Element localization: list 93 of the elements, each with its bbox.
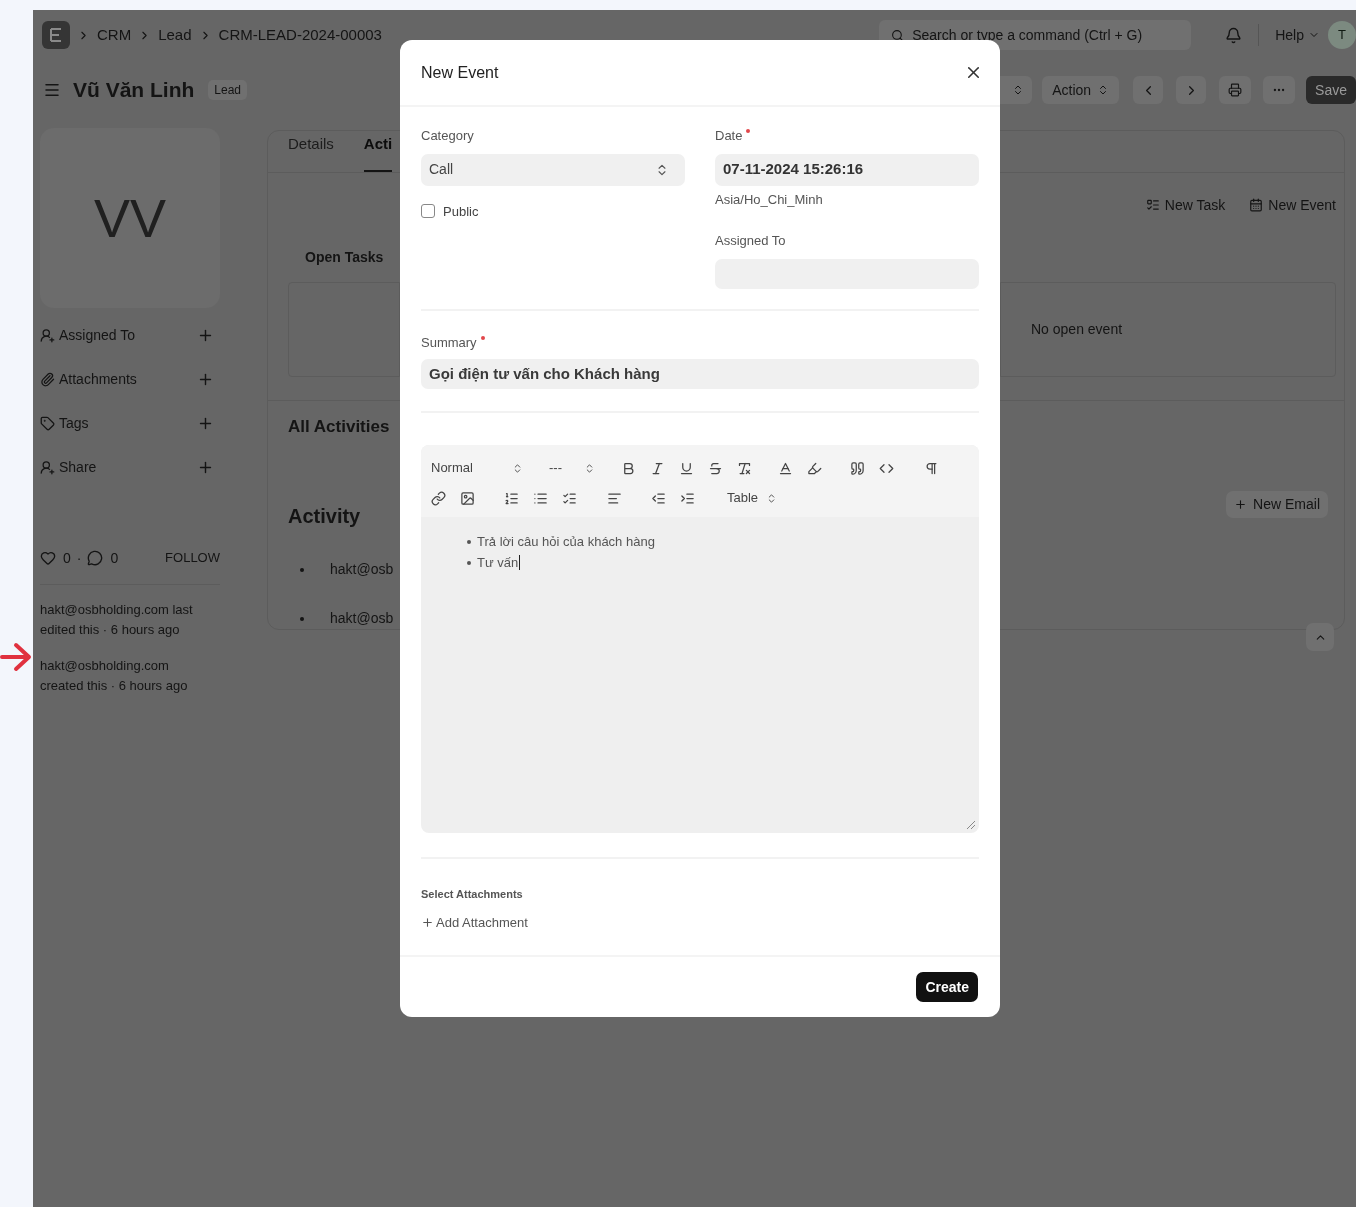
bold-icon[interactable] (621, 460, 636, 476)
bullet-text: Trả lời câu hỏi của khách hàng (477, 532, 655, 551)
required-mark-icon (746, 129, 751, 133)
field-label: Assigned To (715, 232, 787, 250)
strikethrough-icon[interactable] (708, 460, 723, 476)
breadcrumb-link[interactable]: CRM-LEAD-2024-00003 (218, 23, 382, 47)
bullet-list-icon[interactable] (533, 490, 548, 506)
category-select[interactable]: Call (421, 153, 685, 186)
logo-icon (50, 28, 62, 42)
underline-icon[interactable] (679, 460, 694, 476)
help-menu[interactable]: Help (1275, 24, 1320, 46)
align-icon[interactable] (607, 490, 622, 506)
highlight-icon[interactable] (807, 460, 822, 476)
activity-author: hakt@osb (330, 560, 394, 579)
field-label: Category (421, 127, 475, 145)
menu-icon[interactable] (43, 81, 61, 99)
tab[interactable]: Acti (363, 133, 393, 172)
create-button[interactable]: Create (916, 972, 978, 1002)
field-label: Date (715, 126, 979, 146)
breadcrumb-link[interactable]: Lead (158, 23, 192, 47)
user-plus-icon (40, 459, 55, 475)
separator-dot: · (76, 548, 82, 568)
sidebar-label: Assigned To (59, 325, 135, 345)
public-checkbox[interactable] (421, 204, 435, 219)
sidebar-label: Share (59, 457, 97, 477)
user-plus-icon (40, 327, 55, 343)
section-title: Open Tasks (304, 247, 385, 267)
sidebar-label: Attachments (59, 369, 137, 389)
italic-icon[interactable] (650, 460, 665, 476)
bullet-icon (467, 560, 471, 565)
link-icon[interactable] (431, 490, 446, 506)
history-text: hakt@osbholding.com last edited this · 6 hours ago (40, 601, 194, 639)
sidebar-label: Tags (59, 413, 89, 433)
dialog-title: New Event (421, 62, 499, 83)
ordered-list-icon[interactable] (504, 490, 519, 506)
calendar-icon (1249, 198, 1264, 212)
new-task-button[interactable]: New Task (1145, 194, 1226, 216)
page-title: Vũ Văn Linh (73, 77, 195, 104)
outdent-icon[interactable] (651, 490, 666, 506)
clear-format-icon[interactable] (737, 460, 752, 476)
add-attachment-link[interactable]: Add Attachment (421, 912, 528, 932)
status-badge: Lead (208, 80, 248, 100)
indent-icon[interactable] (680, 490, 695, 506)
new-event-button[interactable]: New Event (1249, 194, 1336, 216)
search-icon (891, 28, 905, 42)
summary-field[interactable]: Gọi điện tư vấn cho Khách hàng (421, 359, 979, 389)
notification-icon[interactable] (1225, 26, 1243, 44)
new-email-button[interactable]: New Email (1226, 490, 1328, 518)
style-select[interactable]: Normal (431, 458, 523, 478)
breadcrumb-link[interactable]: CRM (97, 23, 132, 47)
bullet-text: Tư vấn (477, 553, 519, 572)
field-label: Summary (421, 332, 979, 352)
date-field[interactable]: 07-11-2024 15:26:16 (715, 153, 979, 186)
plus-icon (1234, 497, 1248, 511)
user-avatar[interactable]: T (1328, 21, 1356, 49)
section-label: Select Attachments (421, 887, 524, 902)
timezone-text: Asia/Ho_Chi_Minh (715, 190, 824, 209)
lead-avatar: VV (40, 128, 220, 308)
printer-icon (1228, 83, 1243, 97)
text-color-icon[interactable] (778, 460, 793, 476)
comment-count: 0 (110, 548, 119, 568)
like-count: 0 (63, 548, 71, 568)
tab[interactable]: Details (288, 133, 334, 172)
task-list-icon (1145, 198, 1160, 212)
check-list-icon[interactable] (562, 490, 577, 506)
activity-author: hakt@osb (330, 609, 394, 628)
text-direction-icon[interactable] (924, 460, 939, 476)
table-select[interactable]: Table (727, 488, 778, 508)
empty-state-text: No open event (1031, 319, 1123, 339)
paperclip-icon (40, 371, 55, 387)
app-logo[interactable] (42, 21, 70, 49)
follow-link[interactable]: FOLLOW (165, 548, 220, 568)
quote-icon[interactable] (850, 460, 865, 476)
section-title: All Activities (288, 415, 391, 438)
arrow-icon (0, 640, 32, 674)
size-select[interactable]: --- (549, 458, 595, 478)
required-mark-icon (480, 335, 485, 340)
plus-icon (421, 915, 434, 929)
bullet-icon (467, 539, 471, 544)
checkbox-label: Public (443, 202, 479, 221)
activity-heading: Activity (288, 504, 362, 529)
history-text: hakt@osbholding.com created this · 6 hours ago (40, 657, 189, 695)
action-button[interactable]: Action (1042, 76, 1120, 104)
comment-icon[interactable] (87, 550, 104, 566)
tag-icon (40, 415, 55, 431)
print-button[interactable] (1219, 76, 1252, 104)
save-button[interactable]: Save (1306, 76, 1356, 104)
text-cursor (519, 555, 521, 570)
resize-handle-icon[interactable] (966, 820, 976, 830)
chevrons-up-down-icon (512, 462, 523, 474)
heart-icon[interactable] (40, 550, 56, 566)
image-icon[interactable] (460, 490, 475, 506)
chevrons-up-down-icon (584, 462, 595, 474)
